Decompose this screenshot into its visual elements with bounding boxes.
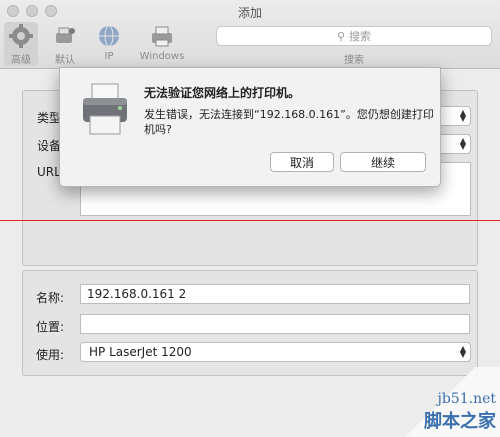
stepper-icon: ▲ ▼	[459, 108, 466, 123]
tab-advanced[interactable]: 高级	[4, 22, 38, 66]
printer-icon	[147, 22, 177, 50]
annotation-line	[0, 220, 500, 221]
name-field[interactable]: 192.168.0.161 2	[80, 284, 470, 304]
globe-icon	[94, 22, 124, 50]
location-label: 位置:	[36, 320, 65, 334]
tab-windows[interactable]: Windows	[136, 22, 188, 66]
device-label: 设备	[37, 139, 62, 153]
tab-label: 高级	[11, 55, 31, 66]
tab-default[interactable]: 默认	[48, 22, 82, 66]
tab-label: 默认	[55, 55, 75, 66]
printer-icon	[80, 80, 130, 140]
printer-person-icon	[50, 22, 80, 50]
type-label: 类型	[37, 111, 62, 125]
location-field[interactable]	[80, 314, 470, 334]
alert-dialog: 无法验证您网络上的打印机。 发生错误，无法连接到“192.168.0.161”。…	[59, 67, 441, 187]
driver-select[interactable]: HP LaserJet 1200 ▲ ▼	[80, 342, 471, 362]
tab-label: IP	[104, 51, 114, 62]
stepper-icon: ▲ ▼	[459, 344, 466, 359]
name-label: 名称:	[36, 291, 65, 305]
toolbar: 高级 默认 IP Windows	[4, 22, 188, 66]
search-input[interactable]: ⚲ 搜索	[216, 26, 492, 46]
url-label: URL	[37, 165, 61, 179]
cancel-button[interactable]: 取消	[270, 152, 334, 172]
dialog-message: 发生错误，无法连接到“192.168.0.161”。您仍想创建打印机吗?	[144, 108, 434, 136]
continue-button[interactable]: 继续	[340, 152, 426, 172]
stepper-icon: ▲ ▼	[459, 136, 466, 151]
watermark-text: 脚本之家	[424, 411, 496, 432]
driver-select-value: HP LaserJet 1200	[89, 345, 192, 359]
search-caption: 搜索	[344, 55, 364, 66]
tab-ip[interactable]: IP	[92, 22, 126, 66]
search-placeholder: 搜索	[349, 30, 372, 43]
tab-label: Windows	[139, 51, 185, 62]
watermark-url: jb51.net	[437, 391, 497, 407]
gear-icon	[6, 22, 36, 50]
window-title: 添加	[237, 6, 262, 20]
use-label: 使用:	[36, 348, 65, 362]
dialog-title: 无法验证您网络上的打印机。	[144, 86, 301, 100]
search-icon: ⚲	[336, 29, 346, 43]
watermark: jb51.net 脚本之家	[424, 391, 496, 433]
title-bar: 添加 高级 默认 IP Windows ⚲ 搜索 搜索	[0, 0, 500, 69]
